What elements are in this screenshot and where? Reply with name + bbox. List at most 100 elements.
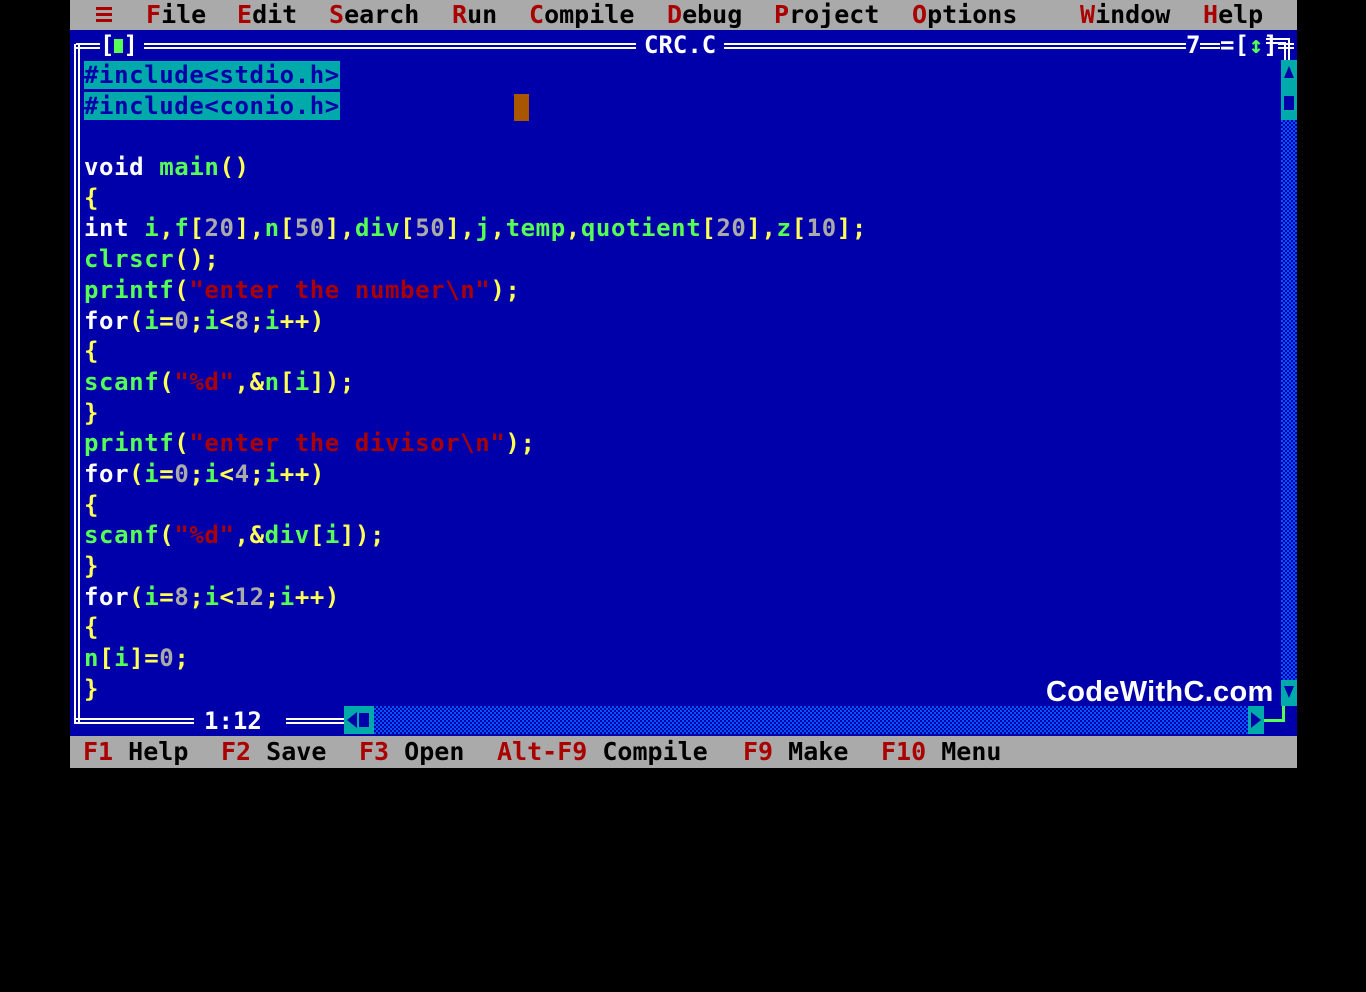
code-line[interactable]: { xyxy=(84,183,1279,214)
code-line[interactable]: void main() xyxy=(84,152,1279,183)
menu-compile[interactable]: Compile xyxy=(529,0,634,30)
menu-search[interactable]: Search xyxy=(329,0,419,30)
token-identifier: n xyxy=(264,367,280,396)
token-symbol: ( xyxy=(129,306,145,335)
token-identifier: i xyxy=(144,214,160,243)
status-f9-make[interactable]: F9 Make xyxy=(743,736,848,768)
code-line[interactable]: #include<stdio.h> xyxy=(84,60,1279,91)
token-symbol: ]; xyxy=(836,214,867,243)
token-keyword: for xyxy=(84,306,130,335)
vertical-scroll-thumb[interactable] xyxy=(1281,88,1297,120)
token-symbol: [ xyxy=(279,214,295,243)
code-line[interactable]: } xyxy=(84,551,1279,582)
horizontal-scroll-thumb[interactable] xyxy=(359,713,369,727)
menu-options[interactable]: Options xyxy=(912,0,1017,30)
frame-rule xyxy=(74,718,194,724)
token-identifier: i xyxy=(324,521,340,550)
code-line[interactable]: int i,f[20],n[50],div[50],j,temp,quotien… xyxy=(84,213,1279,244)
watermark: CodeWithC.com xyxy=(1046,676,1274,708)
token-selected-text: #include<conio.h> xyxy=(84,91,340,120)
menu-run[interactable]: Run xyxy=(452,0,497,30)
token-identifier: i xyxy=(144,306,160,335)
code-line[interactable]: for(i=0;i<8;i++) xyxy=(84,306,1279,337)
token-symbol: = xyxy=(159,306,175,335)
menu-window[interactable]: Window xyxy=(1080,0,1170,30)
code-line[interactable]: for(i=8;i<12;i++) xyxy=(84,582,1279,613)
vertical-scrollbar[interactable] xyxy=(1281,60,1297,706)
code-line[interactable]: scanf("%d",&n[i]); xyxy=(84,367,1279,398)
text-cursor xyxy=(514,94,529,121)
token-symbol: [ xyxy=(189,214,205,243)
editor-title-bar: [] CRC.C 7 =[↕] xyxy=(70,30,1297,60)
token-symbol: ++) xyxy=(279,459,325,488)
horizontal-scrollbar[interactable] xyxy=(344,706,1264,734)
code-line[interactable]: printf("enter the number\n"); xyxy=(84,275,1279,306)
token-symbol: ( xyxy=(159,367,175,396)
token-identifier: i xyxy=(204,582,220,611)
token-symbol: [ xyxy=(701,214,717,243)
token-number: 20 xyxy=(204,214,235,243)
token-string: "%d" xyxy=(174,521,235,550)
token-symbol: ; xyxy=(174,644,190,673)
close-window-button[interactable]: [] xyxy=(100,30,138,60)
token-symbol: [ xyxy=(791,214,807,243)
token-identifier: scanf xyxy=(84,521,160,550)
scroll-down-button[interactable] xyxy=(1281,680,1297,706)
code-line[interactable]: scanf("%d",&div[i]); xyxy=(84,520,1279,551)
menu-project[interactable]: Project xyxy=(774,0,879,30)
token-symbol: [ xyxy=(400,214,416,243)
menu-file[interactable]: File xyxy=(146,0,206,30)
token-symbol: } xyxy=(84,398,100,427)
code-line[interactable]: printf("enter the divisor\n"); xyxy=(84,428,1279,459)
code-editor[interactable]: #include<stdio.h> #include<conio.h> void … xyxy=(84,60,1279,706)
code-line[interactable]: { xyxy=(84,490,1279,521)
token-keyword: int xyxy=(84,214,145,243)
menu-debug[interactable]: Debug xyxy=(667,0,742,30)
status-f1-help[interactable]: F1 Help xyxy=(83,736,188,768)
token-number: 0 xyxy=(174,306,190,335)
code-line[interactable]: } xyxy=(84,398,1279,429)
system-menu-icon[interactable] xyxy=(96,7,112,23)
code-line[interactable]: #include<conio.h> xyxy=(84,91,1279,122)
code-line[interactable]: { xyxy=(84,612,1279,643)
token-keyword: void xyxy=(84,153,160,182)
frame-corner xyxy=(1266,38,1290,62)
code-line[interactable] xyxy=(84,121,1279,152)
token-symbol: ++) xyxy=(279,306,325,335)
token-symbol: ++) xyxy=(294,582,340,611)
token-number: 10 xyxy=(806,214,837,243)
code-line[interactable]: n[i]=0; xyxy=(84,643,1279,674)
scroll-right-button[interactable] xyxy=(1248,706,1264,734)
token-number: 4 xyxy=(234,459,250,488)
turbo-c-ide-screen: File Edit Search Run Compile Debug Proje… xyxy=(70,0,1297,768)
code-line[interactable]: for(i=0;i<4;i++) xyxy=(84,459,1279,490)
token-identifier: i xyxy=(204,306,220,335)
token-identifier: main xyxy=(159,153,220,182)
menu-help[interactable]: Help xyxy=(1203,0,1263,30)
token-symbol: ; xyxy=(264,582,280,611)
menu-edit[interactable]: Edit xyxy=(237,0,297,30)
code-line[interactable]: { xyxy=(84,336,1279,367)
token-symbol: , xyxy=(159,214,175,243)
token-number: 0 xyxy=(159,644,175,673)
scroll-up-button[interactable] xyxy=(1281,60,1297,88)
token-string: "enter the number\n" xyxy=(189,275,491,304)
token-identifier: n xyxy=(264,214,280,243)
status-f10-menu[interactable]: F10 Menu xyxy=(881,736,1001,768)
token-symbol: ; xyxy=(189,306,205,335)
status-bar: F1 Help F2 Save F3 Open Alt-F9 Compile F… xyxy=(70,736,1297,768)
window-resize-handle[interactable] xyxy=(1264,706,1297,736)
token-identifier: i xyxy=(279,582,295,611)
token-identifier: i xyxy=(144,459,160,488)
token-identifier: n xyxy=(84,644,100,673)
token-keyword: for xyxy=(84,582,130,611)
token-identifier: i xyxy=(294,367,310,396)
code-line[interactable]: clrscr(); xyxy=(84,244,1279,275)
status-altf9-compile[interactable]: Alt-F9 Compile xyxy=(497,736,708,768)
status-f3-open[interactable]: F3 Open xyxy=(359,736,464,768)
token-symbol: ], xyxy=(234,214,265,243)
status-f2-save[interactable]: F2 Save xyxy=(221,736,326,768)
scroll-left-button[interactable] xyxy=(344,706,374,734)
token-identifier: i xyxy=(114,644,130,673)
token-symbol: = xyxy=(159,582,175,611)
